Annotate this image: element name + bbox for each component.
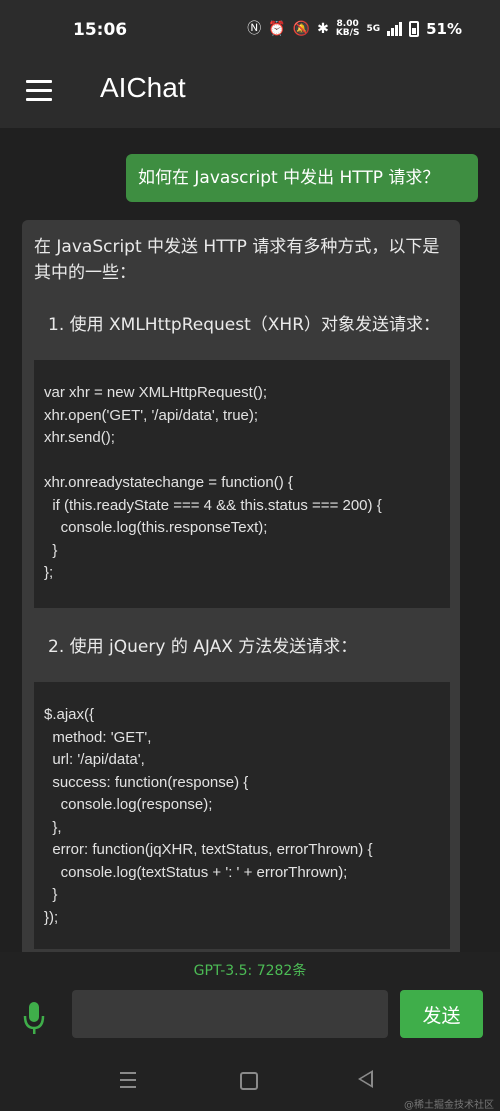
mute-icon: 🔕 <box>292 21 311 37</box>
code-line: if (this.readyState === 4 && this.status… <box>44 496 382 514</box>
code-line: xhr.open('GET', '/api/data', true); <box>44 406 259 424</box>
nav-home-icon[interactable] <box>240 1072 258 1090</box>
battery-percent: 51% <box>426 20 462 38</box>
alarm-icon: ⏰ <box>268 21 286 37</box>
app-bar: AIChat <box>0 62 500 128</box>
code-line: method: 'GET', <box>44 728 152 746</box>
code-line: console.log(this.responseText); <box>44 519 268 536</box>
nav-recents-icon[interactable] <box>120 1072 136 1093</box>
code-line: var xhr = new XMLHttpRequest(); <box>44 384 268 401</box>
code-line: error: function(jqXHR, textStatus, error… <box>44 841 373 858</box>
code-block-2: $.ajax({ method: 'GET', url: '/api/data'… <box>34 682 450 949</box>
code-line: success: function(response) { <box>44 773 249 791</box>
code-block-1: var xhr = new XMLHttpRequest(); xhr.open… <box>34 360 450 608</box>
network-type: 5G <box>366 24 381 34</box>
net-speed: 8.00 KB/S <box>336 20 360 38</box>
app-title: AIChat <box>100 72 186 103</box>
code-line: console.log(textStatus + ': ' + errorThr… <box>44 863 348 881</box>
code-line: $.ajax({ <box>44 706 95 723</box>
code-line: } <box>44 541 58 559</box>
send-button[interactable]: 发送 <box>400 990 483 1038</box>
status-icons: Ⓝ ⏰ 🔕 ✱ 8.00 KB/S 5G 51% <box>247 20 462 39</box>
watermark: @稀土掘金技术社区 <box>404 1100 494 1111</box>
code-line: } <box>44 886 58 903</box>
step-label-2: 2. 使用 jQuery 的 AJAX 方法发送请求： <box>48 637 358 657</box>
code-line: console.log(response); <box>44 796 213 813</box>
status-time: 15:06 <box>73 20 128 40</box>
battery-icon <box>409 21 420 37</box>
nfc-icon: Ⓝ <box>247 21 262 37</box>
user-message-bubble: 如何在 Javascript 中发出 HTTP 请求？ <box>126 154 478 202</box>
message-input[interactable] <box>72 990 388 1038</box>
signal-icon <box>387 22 403 36</box>
chat-area[interactable]: 如何在 Javascript 中发出 HTTP 请求？ 在 JavaScript… <box>0 128 500 952</box>
system-nav-bar: @稀土掘金技术社区 <box>0 1052 500 1111</box>
step-label-1: 1. 使用 XMLHttpRequest（XHR）对象发送请求： <box>48 315 441 335</box>
bluetooth-icon: ✱ <box>317 21 329 37</box>
bot-intro-text: 在 JavaScript 中发送 HTTP 请求有多种方式，以下是其中的一些： <box>34 237 440 283</box>
status-bar: 15:06 Ⓝ ⏰ 🔕 ✱ 8.00 KB/S 5G 51% <box>0 0 500 62</box>
hamburger-icon[interactable] <box>26 80 52 102</box>
net-speed-unit: KB/S <box>335 28 360 38</box>
code-line: url: '/api/data', <box>44 751 145 768</box>
bot-message-bubble: 在 JavaScript 中发送 HTTP 请求有多种方式，以下是其中的一些： … <box>22 220 460 952</box>
code-line: }, <box>44 818 62 836</box>
code-line: }; <box>44 564 54 581</box>
code-line: }); <box>44 908 59 926</box>
microphone-icon[interactable] <box>22 1002 46 1052</box>
nav-back-icon[interactable] <box>358 1070 373 1088</box>
code-line: xhr.send(); <box>44 429 115 446</box>
code-line: xhr.onreadystatechange = function() { <box>44 474 293 491</box>
bottom-panel: GPT-3.5: 7282条 发送 @稀土掘金技术社区 <box>0 952 500 1111</box>
quota-label: GPT-3.5: 7282条 <box>193 963 307 979</box>
